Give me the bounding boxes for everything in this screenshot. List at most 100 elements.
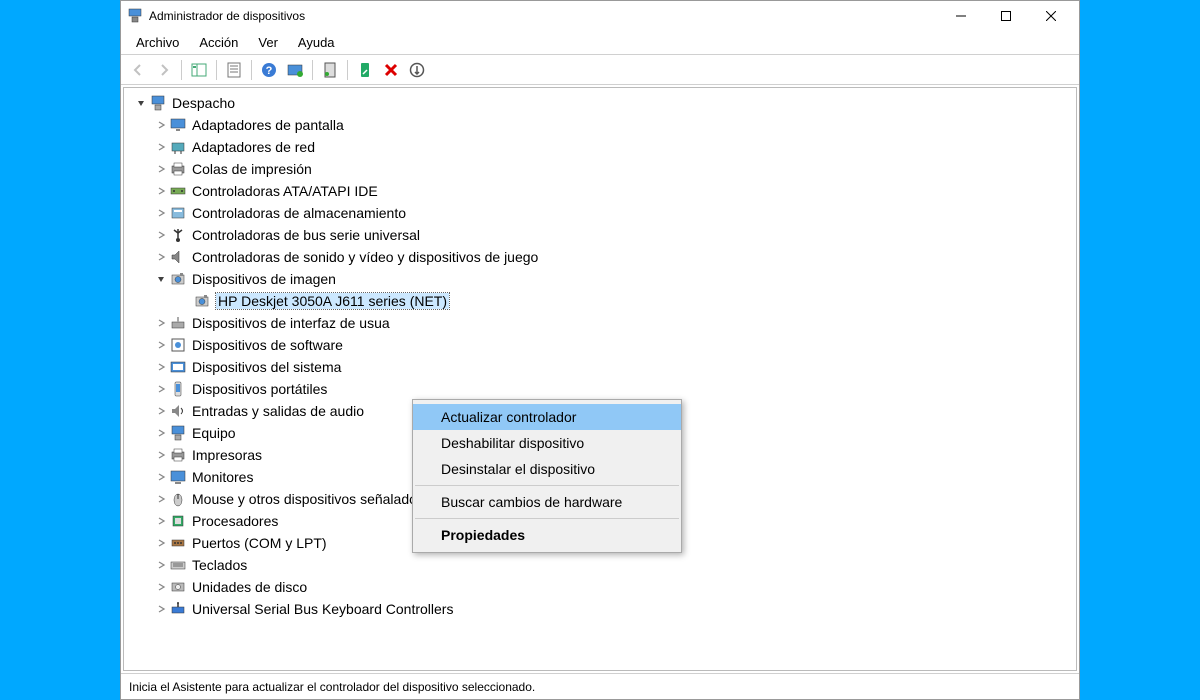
app-icon [127,8,143,24]
tree-category[interactable]: Controladoras de bus serie universal [128,224,1076,246]
imaging-icon [170,271,186,287]
tree-category[interactable]: Controladoras de almacenamiento [128,202,1076,224]
show-hide-tree-button[interactable] [187,58,211,82]
tree-category[interactable]: Controladoras de sonido y vídeo y dispos… [128,246,1076,268]
chevron-right-icon[interactable] [154,492,168,506]
tree-category[interactable]: Adaptadores de red [128,136,1076,158]
tree-content[interactable]: DespachoAdaptadores de pantallaAdaptador… [123,87,1077,671]
software-icon [170,337,186,353]
update-driver-button[interactable] [318,58,342,82]
tree-category-label: Dispositivos de software [192,337,343,353]
titlebar[interactable]: Administrador de dispositivos [121,1,1079,31]
chevron-right-icon[interactable] [154,338,168,352]
chevron-right-icon[interactable] [154,404,168,418]
statusbar-text: Inicia el Asistente para actualizar el c… [129,680,535,694]
menu-help[interactable]: Ayuda [288,33,345,52]
disable-device-button[interactable] [405,58,429,82]
context-menu-item[interactable]: Actualizar controlador [413,404,681,430]
chevron-right-icon[interactable] [154,316,168,330]
tree-category[interactable]: Adaptadores de pantalla [128,114,1076,136]
tree-category-label: Procesadores [192,513,278,529]
tree-category[interactable]: Dispositivos de interfaz de usua [128,312,1076,334]
chevron-right-icon[interactable] [154,228,168,242]
toolbar-separator [181,60,182,80]
chevron-right-icon[interactable] [154,206,168,220]
window-title: Administrador de dispositivos [149,9,938,23]
tree-root[interactable]: Despacho [128,92,1076,114]
chevron-down-icon[interactable] [154,272,168,286]
display-icon [170,117,186,133]
tree-category-label: Mouse y otros dispositivos señaladores [192,491,436,507]
menu-view[interactable]: Ver [248,33,288,52]
imaging-icon [194,293,210,309]
chevron-right-icon[interactable] [154,140,168,154]
portable-icon [170,381,186,397]
tree-category-label: Puertos (COM y LPT) [192,535,327,551]
enable-device-button[interactable] [353,58,377,82]
tree-category[interactable]: Dispositivos del sistema [128,356,1076,378]
chevron-right-icon[interactable] [154,580,168,594]
usb-icon [170,227,186,243]
toolbar-separator [312,60,313,80]
nav-forward-button[interactable] [152,58,176,82]
window-controls [938,2,1073,30]
device-manager-window: Administrador de dispositivos Archivo Ac… [120,0,1080,700]
ports-icon [170,535,186,551]
tree-category[interactable]: Colas de impresión [128,158,1076,180]
tree-category[interactable]: Unidades de disco [128,576,1076,598]
hid-icon [170,315,186,331]
system-icon [170,359,186,375]
minimize-button[interactable] [938,2,983,30]
scan-hardware-button[interactable] [283,58,307,82]
chevron-right-icon[interactable] [154,162,168,176]
tree-category[interactable]: Dispositivos portátiles [128,378,1076,400]
nav-back-button[interactable] [126,58,150,82]
context-menu-item[interactable]: Propiedades [413,522,681,548]
help-button[interactable]: ? [257,58,281,82]
chevron-right-icon[interactable] [154,558,168,572]
tree-category-label: Controladoras de bus serie universal [192,227,420,243]
chevron-right-icon[interactable] [154,250,168,264]
chevron-right-icon[interactable] [154,514,168,528]
tree-category[interactable]: Teclados [128,554,1076,576]
chevron-right-icon[interactable] [154,118,168,132]
tree-category-label: Dispositivos de interfaz de usua [192,315,390,331]
tree-category-label: Universal Serial Bus Keyboard Controller… [192,601,453,617]
chevron-right-icon[interactable] [154,602,168,616]
context-menu-item[interactable]: Desinstalar el dispositivo [413,456,681,482]
audioinout-icon [170,403,186,419]
menu-action[interactable]: Acción [189,33,248,52]
tree-category[interactable]: Controladoras ATA/ATAPI IDE [128,180,1076,202]
chevron-down-icon[interactable] [134,96,148,110]
chevron-right-icon[interactable] [154,382,168,396]
tree-category-label: Controladoras ATA/ATAPI IDE [192,183,378,199]
context-menu-item[interactable]: Deshabilitar dispositivo [413,430,681,456]
tree-category-label: Entradas y salidas de audio [192,403,364,419]
chevron-right-icon[interactable] [154,448,168,462]
printer-icon [170,447,186,463]
properties-button[interactable] [222,58,246,82]
tree-category[interactable]: Universal Serial Bus Keyboard Controller… [128,598,1076,620]
context-menu: Actualizar controladorDeshabilitar dispo… [412,399,682,553]
chevron-right-icon[interactable] [154,426,168,440]
computer-icon [170,425,186,441]
close-button[interactable] [1028,2,1073,30]
tree-category-label: Dispositivos de imagen [192,271,336,287]
tree-category-label: Dispositivos portátiles [192,381,327,397]
uninstall-device-button[interactable] [379,58,403,82]
mouse-icon [170,491,186,507]
chevron-right-icon[interactable] [154,470,168,484]
tree-category[interactable]: Dispositivos de software [128,334,1076,356]
tree-category-label: Colas de impresión [192,161,312,177]
chevron-right-icon[interactable] [154,360,168,374]
keyboard-icon [170,557,186,573]
maximize-button[interactable] [983,2,1028,30]
tree-category[interactable]: Dispositivos de imagen [128,268,1076,290]
chevron-right-icon[interactable] [154,536,168,550]
toolbar: ? [121,55,1079,85]
menu-file[interactable]: Archivo [126,33,189,52]
context-menu-item[interactable]: Buscar cambios de hardware [413,489,681,515]
tree-device[interactable]: HP Deskjet 3050A J611 series (NET) [128,290,1076,312]
chevron-right-icon[interactable] [154,184,168,198]
monitor-icon [170,469,186,485]
